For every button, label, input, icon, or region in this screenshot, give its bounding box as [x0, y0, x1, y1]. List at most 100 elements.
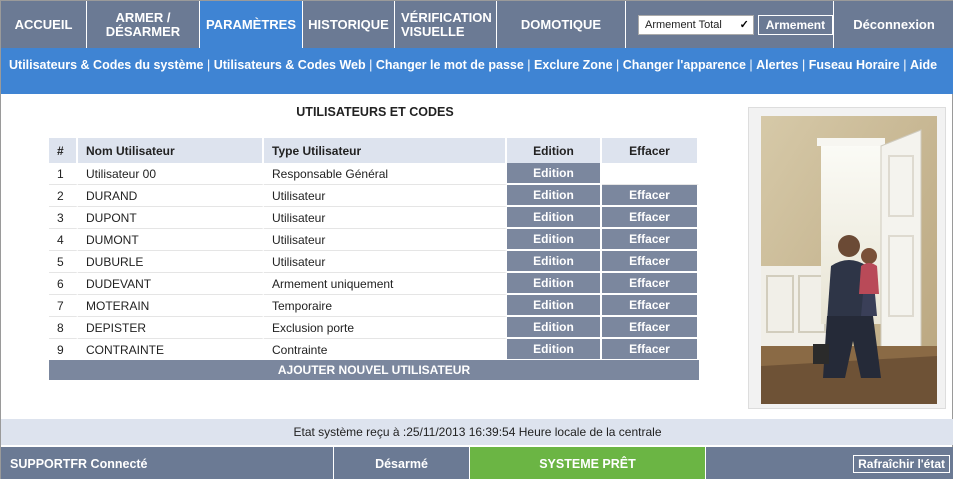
system-status-line: Etat système reçu à :25/11/2013 16:39:54…	[1, 419, 953, 445]
row-user-type: Contrainte	[264, 339, 507, 361]
subnav-separator: |	[903, 58, 910, 72]
row-user-name: DUMONT	[78, 229, 264, 251]
nav-parametres[interactable]: PARAMÈTRES	[200, 1, 303, 48]
subnav-separator: |	[616, 58, 623, 72]
subnav-change-appearance[interactable]: Changer l'apparence	[623, 58, 746, 72]
delete-cell-empty	[602, 163, 699, 185]
col-user-type: Type Utilisateur	[264, 138, 507, 163]
arm-button[interactable]: Armement	[757, 14, 833, 35]
col-user-name: Nom Utilisateur	[78, 138, 264, 163]
row-user-name: DUPONT	[78, 207, 264, 229]
row-number: 8	[49, 317, 78, 339]
app-frame: ACCUEIL ARMER / DÉSARMER PARAMÈTRES HIST…	[0, 0, 953, 479]
table-row: 5 DUBURLE Utilisateur Edition Effacer	[49, 251, 699, 273]
subnav-alerts[interactable]: Alertes	[756, 58, 798, 72]
row-user-type: Temporaire	[264, 295, 507, 317]
table-row: 1 Utilisateur 00 Responsable Général Edi…	[49, 163, 699, 185]
table-row: 2 DURAND Utilisateur Edition Effacer	[49, 185, 699, 207]
delete-button[interactable]: Effacer	[602, 207, 699, 229]
chevron-down-icon: ✓	[739, 19, 749, 31]
delete-button[interactable]: Effacer	[602, 229, 699, 251]
table-row: 4 DUMONT Utilisateur Edition Effacer	[49, 229, 699, 251]
delete-button[interactable]: Effacer	[602, 185, 699, 207]
nav-accueil[interactable]: ACCUEIL	[1, 1, 87, 48]
connection-status: SUPPORTFR Connecté	[1, 447, 334, 479]
row-user-name: DEPISTER	[78, 317, 264, 339]
logout-link[interactable]: Déconnexion	[834, 1, 953, 48]
subnav-separator: |	[369, 58, 376, 72]
arm-mode-select[interactable]: Armement Total ✓	[638, 14, 754, 35]
row-user-name: DUDEVANT	[78, 273, 264, 295]
row-user-type: Utilisateur	[264, 207, 507, 229]
refresh-status-button[interactable]: Rafraîchir l'état	[853, 454, 950, 473]
subnav-web-users[interactable]: Utilisateurs & Codes Web	[214, 58, 366, 72]
col-number: #	[49, 138, 78, 163]
subnav-change-password[interactable]: Changer le mot de passe	[376, 58, 524, 72]
system-ready-badge: SYSTEME PRÊT	[470, 447, 706, 479]
row-user-name: MOTERAIN	[78, 295, 264, 317]
delete-button[interactable]: Effacer	[602, 251, 699, 273]
arm-state: Désarmé	[334, 447, 470, 479]
row-user-type: Utilisateur	[264, 229, 507, 251]
family-at-door-image	[761, 116, 937, 404]
table-row: 6 DUDEVANT Armement uniquement Edition E…	[49, 273, 699, 295]
sub-nav: Utilisateurs & Codes du système | Utilis…	[1, 48, 953, 94]
table-row: 8 DEPISTER Exclusion porte Edition Effac…	[49, 317, 699, 339]
row-user-name: CONTRAINTE	[78, 339, 264, 361]
add-user-button[interactable]: AJOUTER NOUVEL UTILISATEUR	[49, 360, 699, 380]
row-number: 3	[49, 207, 78, 229]
nav-armer-desarmer[interactable]: ARMER / DÉSARMER	[87, 1, 200, 48]
subnav-timezone[interactable]: Fuseau Horaire	[809, 58, 900, 72]
row-user-name: DUBURLE	[78, 251, 264, 273]
nav-verification-visuelle[interactable]: VÉRIFICATION VISUELLE	[395, 1, 497, 48]
row-user-type: Exclusion porte	[264, 317, 507, 339]
edit-button[interactable]: Edition	[507, 185, 602, 207]
row-number: 1	[49, 163, 78, 185]
nav-historique[interactable]: HISTORIQUE	[303, 1, 395, 48]
table-row: 3 DUPONT Utilisateur Edition Effacer	[49, 207, 699, 229]
edit-button[interactable]: Edition	[507, 317, 602, 339]
edit-button[interactable]: Edition	[507, 339, 602, 361]
edit-button[interactable]: Edition	[507, 207, 602, 229]
subnav-help[interactable]: Aide	[910, 58, 937, 72]
table-header-row: # Nom Utilisateur Type Utilisateur Editi…	[49, 138, 699, 163]
row-user-type: Utilisateur	[264, 185, 507, 207]
users-table: # Nom Utilisateur Type Utilisateur Editi…	[49, 138, 699, 361]
subnav-separator: |	[207, 58, 214, 72]
page-title: UTILISATEURS ET CODES	[296, 105, 454, 119]
row-number: 9	[49, 339, 78, 361]
row-number: 7	[49, 295, 78, 317]
row-number: 5	[49, 251, 78, 273]
row-number: 6	[49, 273, 78, 295]
edit-button[interactable]: Edition	[507, 229, 602, 251]
col-edition: Edition	[507, 138, 602, 163]
table-row: 7 MOTERAIN Temporaire Edition Effacer	[49, 295, 699, 317]
row-user-name: Utilisateur 00	[78, 163, 264, 185]
arm-mode-value: Armement Total	[645, 18, 722, 31]
nav-domotique[interactable]: DOMOTIQUE	[497, 1, 626, 48]
subnav-exclude-zone[interactable]: Exclure Zone	[534, 58, 613, 72]
refresh-area: Rafraîchir l'état	[706, 447, 953, 479]
delete-button[interactable]: Effacer	[602, 295, 699, 317]
subnav-system-users[interactable]: Utilisateurs & Codes du système	[9, 58, 204, 72]
delete-button[interactable]: Effacer	[602, 317, 699, 339]
delete-button[interactable]: Effacer	[602, 273, 699, 295]
row-user-name: DURAND	[78, 185, 264, 207]
edit-button[interactable]: Edition	[507, 295, 602, 317]
edit-button[interactable]: Edition	[507, 273, 602, 295]
row-user-type: Armement uniquement	[264, 273, 507, 295]
col-delete: Effacer	[602, 138, 699, 163]
bottom-status-bar: SUPPORTFR Connecté Désarmé SYSTEME PRÊT …	[1, 447, 953, 479]
delete-button[interactable]: Effacer	[602, 339, 699, 361]
home-photo	[748, 107, 946, 409]
table-row: 9 CONTRAINTE Contrainte Edition Effacer	[49, 339, 699, 361]
row-number: 2	[49, 185, 78, 207]
row-user-type: Utilisateur	[264, 251, 507, 273]
row-number: 4	[49, 229, 78, 251]
subnav-separator: |	[802, 58, 809, 72]
edit-button[interactable]: Edition	[507, 163, 602, 185]
row-user-type: Responsable Général	[264, 163, 507, 185]
arm-tools: Armement Total ✓ Armement	[626, 1, 834, 48]
edit-button[interactable]: Edition	[507, 251, 602, 273]
top-nav: ACCUEIL ARMER / DÉSARMER PARAMÈTRES HIST…	[1, 1, 953, 48]
